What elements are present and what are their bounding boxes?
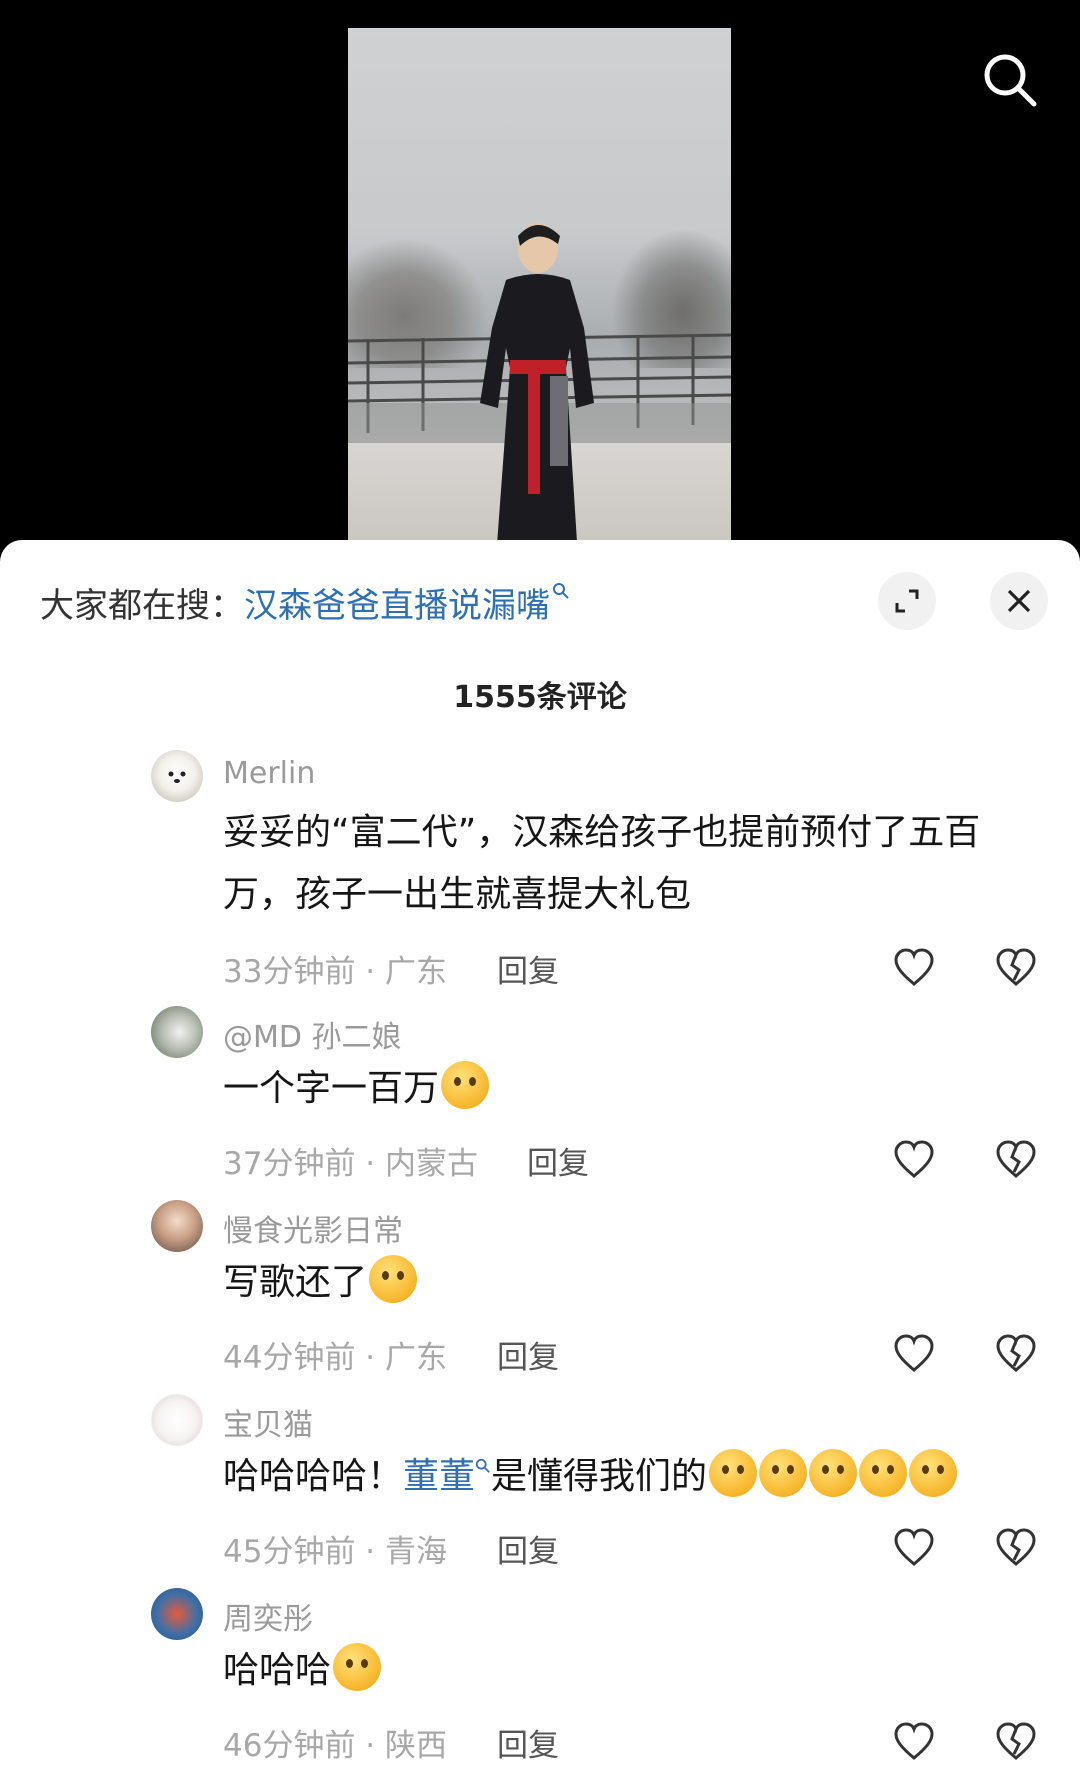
comment-username[interactable]: 周奕彤 bbox=[223, 1594, 313, 1638]
avatar[interactable] bbox=[151, 1394, 203, 1446]
blushing-emoji bbox=[909, 1449, 958, 1497]
comment-text-content: 哈哈哈 bbox=[223, 1650, 332, 1691]
expand-icon bbox=[895, 589, 919, 613]
close-button[interactable] bbox=[990, 572, 1048, 630]
like-heart-icon[interactable] bbox=[892, 946, 936, 990]
comment-text: 妥妥的“富二代”，汉森给孩子也提前预付了五百万，孩子一出生就喜提大礼包 bbox=[223, 812, 981, 915]
video-person bbox=[480, 223, 594, 548]
avatar[interactable] bbox=[151, 1588, 203, 1640]
blushing-emoji bbox=[759, 1449, 808, 1497]
reply-button[interactable]: 回复 bbox=[497, 1720, 559, 1765]
avatar[interactable] bbox=[151, 1200, 203, 1252]
dislike-broken-heart-icon[interactable] bbox=[994, 1720, 1038, 1764]
comments-sheet: 大家都在搜：汉森爸爸直播说漏嘴 1555条评论 Merlin 妥妥的“富二代”，… bbox=[0, 540, 1080, 1783]
trending-prefix: 大家都在搜： bbox=[40, 586, 244, 626]
dislike-broken-heart-icon[interactable] bbox=[994, 1332, 1038, 1376]
trending-term-link[interactable]: 汉森爸爸直播说漏嘴 bbox=[244, 586, 550, 626]
comment-count: 1555条评论 bbox=[453, 680, 627, 715]
comment-text-content: 一个字一百万 bbox=[223, 1068, 440, 1109]
comment-username[interactable]: 慢食光影日常 bbox=[223, 1206, 403, 1250]
blushing-emoji bbox=[709, 1449, 758, 1497]
dislike-broken-heart-icon[interactable] bbox=[994, 1138, 1038, 1182]
reply-button[interactable]: 回复 bbox=[497, 946, 559, 991]
mention-link[interactable]: 董董 bbox=[403, 1456, 475, 1497]
comment-meta: 44分钟前 · 广东 bbox=[223, 1340, 448, 1376]
pleading-emoji bbox=[441, 1061, 490, 1109]
video-player[interactable] bbox=[348, 28, 731, 548]
comment-username[interactable]: 宝贝猫 bbox=[223, 1400, 313, 1444]
like-heart-icon[interactable] bbox=[892, 1332, 936, 1376]
close-icon bbox=[1007, 589, 1031, 613]
expand-button[interactable] bbox=[878, 572, 936, 630]
search-button[interactable] bbox=[980, 50, 1040, 110]
comment-text: 哈哈哈哈！董董 是懂得我们的 bbox=[223, 1446, 1043, 1508]
comment-meta: 46分钟前 · 陕西 bbox=[223, 1728, 448, 1764]
video-area[interactable] bbox=[0, 0, 1080, 560]
comment-username[interactable]: @MD 孙二娘 bbox=[223, 1012, 402, 1056]
tears-of-joy-emoji bbox=[333, 1643, 382, 1691]
comment-meta: 45分钟前 · 青海 bbox=[223, 1534, 448, 1570]
avatar[interactable] bbox=[151, 1006, 203, 1058]
trending-search: 大家都在搜：汉森爸爸直播说漏嘴 bbox=[40, 578, 570, 627]
reply-button[interactable]: 回复 bbox=[497, 1526, 559, 1571]
comment-username[interactable]: Merlin bbox=[223, 756, 315, 791]
like-heart-icon[interactable] bbox=[892, 1720, 936, 1764]
reply-button[interactable]: 回复 bbox=[497, 1332, 559, 1377]
comment-text-after: 是懂得我们的 bbox=[491, 1456, 708, 1497]
dislike-broken-heart-icon[interactable] bbox=[994, 1526, 1038, 1570]
comment-text: 一个字一百万 bbox=[223, 1058, 1003, 1120]
blushing-emoji bbox=[859, 1449, 908, 1497]
dislike-broken-heart-icon[interactable] bbox=[994, 946, 1038, 990]
avatar[interactable] bbox=[151, 750, 203, 802]
comment-meta: 37分钟前 · 内蒙古 bbox=[223, 1146, 479, 1182]
blushing-emoji bbox=[809, 1449, 858, 1497]
search-icon bbox=[984, 54, 1037, 107]
comment-text: 哈哈哈 bbox=[223, 1640, 1003, 1702]
small-search-icon bbox=[475, 1458, 490, 1473]
like-heart-icon[interactable] bbox=[892, 1138, 936, 1182]
reply-button[interactable]: 回复 bbox=[527, 1138, 589, 1183]
comment-text-before: 哈哈哈哈！ bbox=[223, 1456, 404, 1497]
comment-text-content: 写歌还了 bbox=[223, 1262, 368, 1303]
grinning-emoji bbox=[369, 1255, 418, 1303]
like-heart-icon[interactable] bbox=[892, 1526, 936, 1570]
small-search-icon bbox=[553, 583, 569, 599]
comment-text: 写歌还了 bbox=[223, 1252, 1003, 1314]
comment-meta: 33分钟前 · 广东 bbox=[223, 954, 448, 990]
